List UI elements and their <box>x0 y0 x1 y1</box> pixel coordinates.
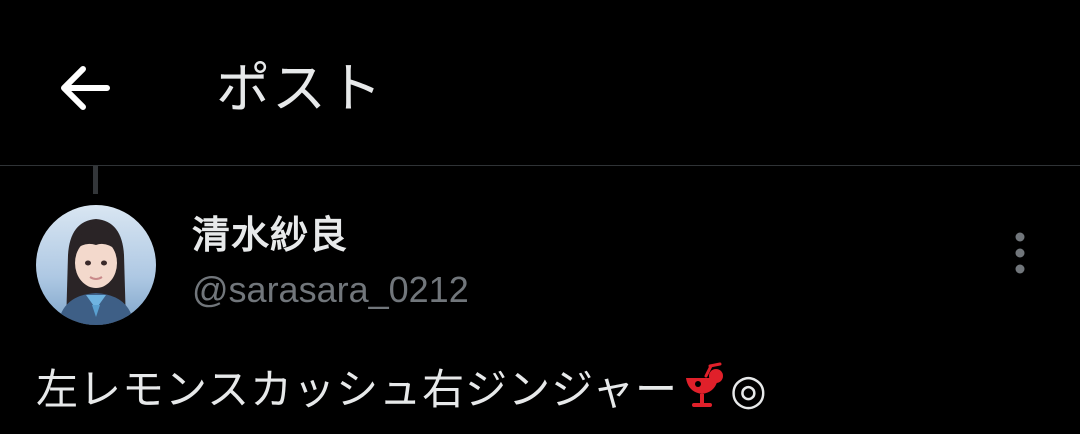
thread-connector-line <box>93 166 98 194</box>
arrow-left-icon <box>61 66 110 110</box>
author-handle[interactable]: @sarasara_0212 <box>192 266 469 314</box>
back-button[interactable] <box>52 56 116 120</box>
profile-photo <box>36 205 156 325</box>
page-title: ポスト <box>216 57 384 120</box>
top-app-bar: ポスト <box>0 0 1080 166</box>
post-text-main: 左レモンスカッシュ右ジンジャー <box>36 365 679 414</box>
avatar[interactable] <box>36 205 156 325</box>
post-text-tail: ◎ <box>730 365 768 414</box>
post-body: 左レモンスカッシュ右ジンジャー ◎ <box>36 360 768 426</box>
author-display-name[interactable]: 清水紗良 <box>192 209 348 261</box>
more-vertical-icon <box>1015 232 1025 274</box>
more-options-button[interactable] <box>1000 228 1040 278</box>
tropical-drink-icon <box>680 362 728 426</box>
